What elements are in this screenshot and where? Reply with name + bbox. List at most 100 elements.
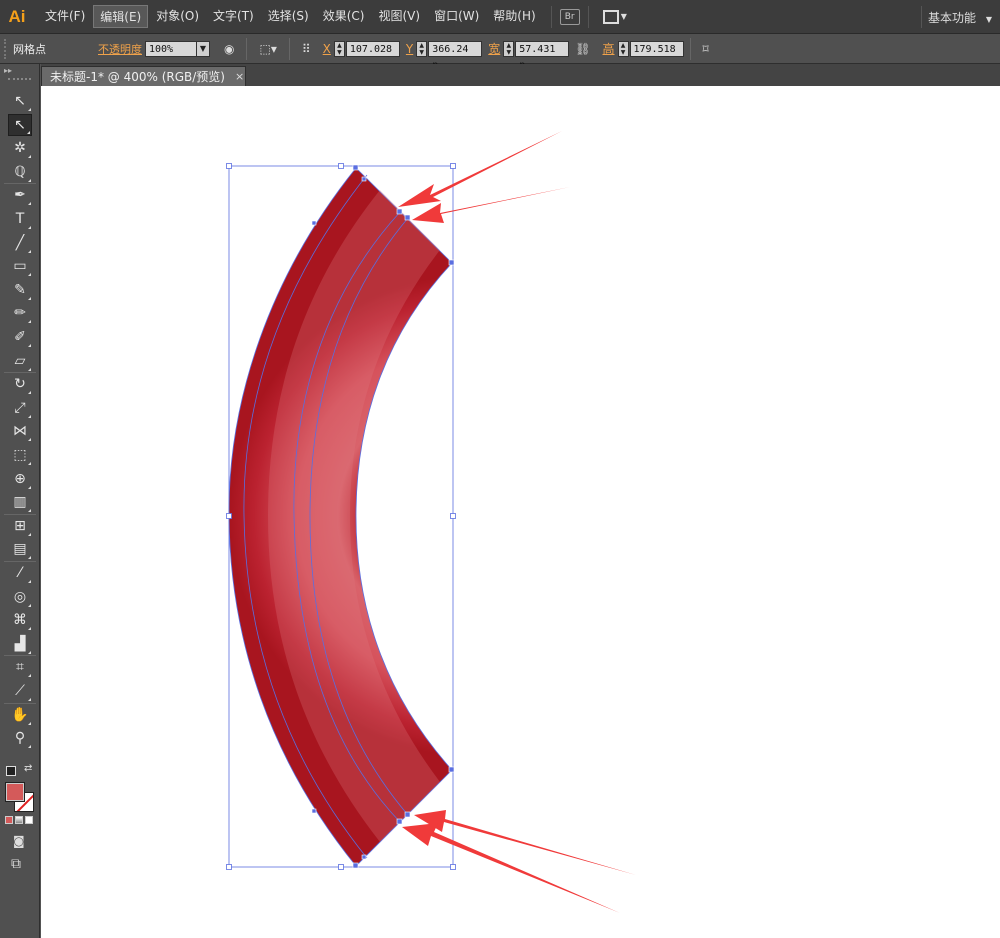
artboard-canvas[interactable] (41, 86, 1000, 938)
direct-selection-tool[interactable]: ↖ (8, 113, 32, 136)
symbol-sprayer-tool[interactable]: ⌘ (8, 609, 32, 631)
anchor-point[interactable] (361, 176, 367, 182)
shape-builder-tool[interactable]: ⊕ (8, 468, 32, 490)
lasso-tool[interactable]: ℚ (8, 161, 32, 183)
arrow-top-upper (398, 131, 562, 207)
width-stepper[interactable]: ▲ ▼ (503, 40, 515, 57)
anchor-point[interactable] (404, 214, 411, 221)
hand-tool[interactable]: ✋ (8, 704, 32, 726)
eyedropper-tool[interactable]: ⁄ (8, 562, 32, 584)
menu-item[interactable]: 文字(T) (207, 5, 260, 28)
selection-tool[interactable]: ↖ (8, 90, 32, 112)
menu-bar: Ai 文件(F) 编辑(E) 对象(O) 文字(T) 选择(S) 效果(C) 视图(V) 窗口… (0, 0, 1000, 34)
workspace-switcher[interactable]: 基本功能 ▼ (928, 9, 992, 26)
anchor-point[interactable] (396, 818, 403, 825)
menu-item[interactable]: 效果(C) (317, 5, 371, 28)
reference-point-icon[interactable]: ⠿ (302, 42, 311, 56)
eraser-tool[interactable]: ▱ (8, 350, 32, 372)
x-label: X (322, 41, 331, 56)
line-tool[interactable]: ╱ (8, 232, 32, 254)
width-tool[interactable]: ⋈ (8, 420, 32, 442)
anchor-point[interactable] (404, 811, 411, 818)
anchor-point[interactable] (311, 220, 317, 226)
default-colors-icon[interactable] (6, 766, 16, 776)
handle-top-right[interactable] (450, 163, 456, 169)
tool-separator (4, 702, 36, 704)
collapse-icon[interactable]: ▸▸ (0, 64, 39, 78)
blob-brush-tool[interactable]: ✐ (8, 326, 32, 348)
magic-wand-tool[interactable]: ✲ (8, 137, 32, 159)
anchor-point[interactable] (361, 854, 367, 860)
paintbrush-tool[interactable]: ✎ (8, 279, 32, 301)
handle-top-center[interactable] (338, 163, 344, 169)
arrange-documents-button[interactable]: ▼ (602, 9, 627, 24)
handle-top-left[interactable] (226, 163, 232, 169)
gradient-tool[interactable]: ▤ (8, 538, 32, 560)
select-similar-icon[interactable]: ⬚▾ (259, 42, 276, 56)
pen-tool[interactable]: ✒ (8, 184, 32, 206)
recolor-artwork-icon[interactable]: ◉ (224, 42, 234, 56)
handle-bottom-center[interactable] (338, 864, 344, 870)
y-input[interactable]: 366.24 p (428, 40, 483, 71)
free-transform-tool[interactable]: ⬚ (8, 444, 32, 466)
tool-separator (4, 561, 36, 562)
link-icon[interactable]: ⛓ (575, 42, 590, 56)
color-icon[interactable] (5, 816, 13, 824)
anchor-point[interactable] (352, 164, 359, 171)
panel-grip[interactable] (4, 38, 10, 59)
close-icon[interactable]: × (235, 70, 244, 83)
menu-item[interactable]: 视图(V) (372, 5, 426, 28)
x-stepper[interactable]: ▲ ▼ (333, 40, 345, 57)
slice-tool[interactable]: ⟋ (8, 680, 32, 702)
tool-separator (4, 372, 36, 374)
rotate-tool[interactable]: ↻ (8, 373, 32, 395)
artboard-tool[interactable]: ⌗ (8, 656, 32, 678)
anchor-point[interactable] (448, 766, 455, 773)
menu-item[interactable]: 窗口(W) (428, 5, 485, 28)
y-stepper[interactable]: ▲ ▼ (416, 40, 428, 57)
color-mode-icons[interactable] (5, 816, 33, 824)
gradient-icon[interactable] (15, 816, 23, 824)
opacity-label[interactable]: 不透明度 (98, 41, 142, 57)
anchor-point[interactable] (396, 208, 403, 215)
menu-item[interactable]: 编辑(E) (93, 5, 149, 28)
zoom-tool[interactable]: ⚲ (8, 727, 32, 749)
fill-swatch[interactable] (5, 782, 25, 802)
opacity-input[interactable]: 100% (145, 40, 197, 57)
menu-item[interactable]: 帮助(H) (487, 5, 541, 28)
anchor-point[interactable] (352, 862, 359, 869)
handle-bottom-left[interactable] (226, 864, 232, 870)
scale-tool[interactable]: ⤢ (8, 397, 32, 419)
panel-grip[interactable] (8, 78, 31, 84)
menu-item[interactable]: 选择(S) (262, 5, 315, 28)
anchor-point[interactable] (311, 808, 317, 814)
mesh-tool[interactable]: ⊞ (8, 515, 32, 537)
pencil-tool[interactable]: ✏ (8, 302, 32, 324)
document-tab[interactable]: 未标题-1* @ 400% (RGB/预览) × (41, 66, 246, 86)
perspective-grid-tool[interactable]: ▥ (8, 491, 32, 513)
none-icon[interactable] (25, 816, 33, 824)
handle-bottom-right[interactable] (450, 864, 456, 870)
width-input[interactable]: 57.431 p (515, 40, 570, 71)
blend-tool[interactable]: ◎ (8, 586, 32, 608)
handle-middle-left[interactable] (226, 513, 232, 519)
height-input[interactable]: 179.518 (629, 40, 684, 57)
chevron-down-icon: ▼ (985, 15, 992, 24)
anchor-point[interactable] (448, 259, 455, 266)
menu-item[interactable]: 文件(F) (39, 5, 91, 28)
height-stepper[interactable]: ▲ ▼ (617, 40, 629, 57)
menu-item[interactable]: 对象(O) (150, 5, 205, 28)
bridge-button[interactable]: Br (559, 8, 580, 25)
control-separator (288, 37, 290, 60)
column-graph-tool[interactable]: ▟ (8, 633, 32, 655)
x-input[interactable]: 107.028 (345, 40, 400, 57)
swap-colors-icon[interactable]: ⇄ (24, 763, 32, 774)
transform-icon[interactable]: ⌑ (703, 42, 709, 56)
handle-middle-right[interactable] (450, 513, 456, 519)
rectangle-tool[interactable]: ▭ (8, 255, 32, 277)
document-tab-title: 未标题-1* @ 400% (RGB/预览) (50, 70, 225, 84)
screen-mode-icon[interactable]: ⧉ (11, 856, 21, 872)
type-tool[interactable]: T (8, 208, 32, 230)
opacity-dropdown-button[interactable]: ▼ (197, 40, 210, 57)
drawing-mode-icon[interactable]: ◙ (13, 834, 25, 848)
